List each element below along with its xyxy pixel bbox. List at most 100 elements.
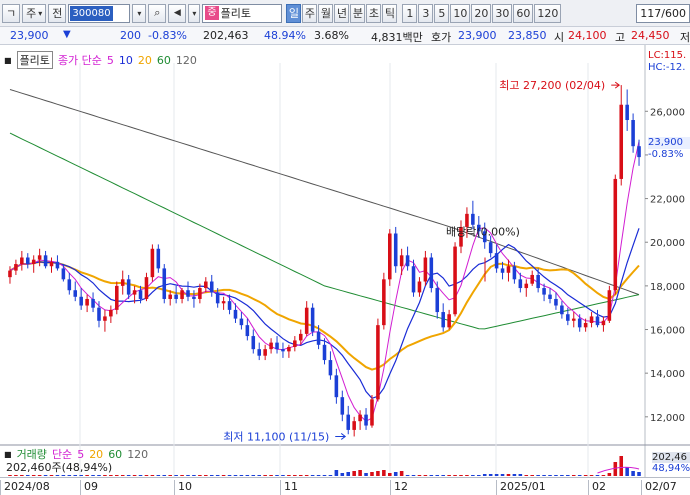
chart-menu-icon[interactable]: ■	[4, 56, 12, 65]
candle-body-62	[376, 325, 380, 400]
volume-bar-92	[554, 475, 558, 476]
trade-value: 4,831백만	[371, 31, 423, 44]
candle-body-64	[388, 233, 392, 280]
volume-bar-45	[275, 475, 279, 476]
candle-body-36	[221, 301, 226, 304]
interval-20[interactable]: 20	[471, 3, 492, 23]
volume-bar-103	[619, 456, 624, 476]
interval-60[interactable]: 60	[513, 3, 534, 23]
volume-bar-17	[109, 475, 113, 476]
menu-icon[interactable]: ㄱ	[2, 3, 21, 23]
count-display[interactable]: 117/600	[636, 3, 690, 23]
candle-body-9	[61, 268, 66, 280]
candle-body-87	[524, 283, 529, 289]
volume-bar-14	[91, 475, 95, 476]
volume-panel-icon: ■	[4, 449, 12, 459]
info-button[interactable]: 전	[48, 3, 67, 23]
nav-dropdown-button[interactable]: ▾	[188, 3, 201, 23]
volume-bar-25	[156, 475, 161, 476]
volume-bar-21	[132, 475, 137, 476]
x-tick-2: 10	[174, 480, 192, 495]
volume-right-labels: 202,46 48,94%	[652, 452, 690, 474]
tab-period-4[interactable]: 분	[350, 3, 366, 23]
volume-bar-81	[488, 474, 493, 476]
x-tick-4: 12	[390, 480, 408, 495]
volume-bar-41	[251, 475, 256, 476]
volume-bar-59	[358, 470, 362, 476]
interval-30[interactable]: 30	[492, 3, 513, 23]
volume-bar-83	[500, 474, 505, 476]
volume-bar-73	[441, 475, 445, 476]
tab-period-1[interactable]: 주	[302, 3, 318, 23]
volume-bar-58	[352, 471, 356, 476]
chart-legend: ■ 플리토 종가 단순 5 10 20 60 120	[4, 51, 197, 69]
candle-body-31	[192, 296, 196, 299]
interval-10[interactable]: 10	[450, 3, 471, 23]
tab-period-2[interactable]: 월	[318, 3, 334, 23]
candle-body-81	[488, 242, 493, 254]
y-tick-label-7: 12,000	[650, 413, 685, 424]
volume-bar-15	[97, 475, 101, 476]
ma-5-label: 5	[106, 53, 114, 67]
price-chart[interactable]: 26,00024,00022,00020,00018,00016,00014,0…	[0, 45, 690, 477]
tab-period-3[interactable]: 년	[334, 3, 350, 23]
volume-bar-27	[168, 475, 172, 476]
volume-bar-64	[388, 473, 392, 476]
price-marker-value: 23,900	[648, 137, 690, 149]
candle-body-82	[494, 253, 499, 269]
volume-bar-53	[322, 475, 327, 476]
volume-bar-33	[204, 475, 208, 476]
volume-bar-104	[625, 467, 629, 476]
stock-code-input[interactable]: 300080	[68, 3, 131, 23]
volume-bar-3	[25, 475, 30, 476]
interval-3[interactable]: 3	[418, 3, 434, 23]
candle-body-40	[245, 325, 250, 337]
candle-body-97	[583, 322, 588, 328]
sound-icon[interactable]: ◀	[168, 3, 187, 23]
change-amount: 200	[120, 29, 141, 42]
y-tick-label-3: 20,000	[650, 238, 685, 249]
candle-body-103	[619, 104, 624, 179]
volume-bar-82	[494, 474, 499, 476]
volume-bar-96	[577, 475, 582, 476]
candle-body-10	[67, 279, 72, 291]
volume-bar-57	[346, 472, 351, 476]
interval-1[interactable]: 1	[402, 3, 418, 23]
candle-body-58	[352, 421, 356, 430]
candle-body-26	[162, 268, 167, 299]
candle-body-78	[471, 213, 475, 225]
candle-body-65	[393, 233, 398, 267]
candle-body-13	[85, 298, 89, 306]
candle-body-72	[435, 288, 440, 313]
code-dropdown-button[interactable]: ▾	[132, 3, 147, 23]
search-icon[interactable]: ⌕	[148, 3, 167, 23]
volume-bar-94	[566, 475, 570, 476]
tab-period-0[interactable]: 일	[286, 3, 302, 23]
interval-5[interactable]: 5	[434, 3, 450, 23]
volume-bar-105	[631, 471, 635, 476]
volume-bar-8	[55, 475, 60, 476]
stock-name: 플리토	[220, 7, 251, 20]
volume-bar-23	[144, 475, 149, 476]
volume-bar-80	[482, 474, 487, 476]
candle-body-63	[382, 279, 386, 326]
volume-bar-10	[67, 475, 72, 476]
chevron-down-icon: ▾	[38, 8, 43, 18]
volume-bar-79	[477, 475, 481, 476]
tab-period-6[interactable]: 틱	[382, 3, 398, 23]
quote-bar: 23,900 ▼ 200 -0.83% 202,463 48.94% 3.68%…	[0, 27, 690, 45]
volume-bar-1	[14, 475, 18, 476]
candle-body-75	[453, 246, 457, 315]
interval-tabs: 1 3 5 10 20 30 60 120	[402, 3, 562, 23]
candle-body-102	[613, 178, 618, 291]
volume-bar-42	[257, 475, 261, 476]
tab-period-5[interactable]: 초	[366, 3, 382, 23]
interval-120[interactable]: 120	[534, 3, 562, 23]
candle-body-22	[138, 290, 143, 299]
candle-body-11	[73, 290, 78, 297]
stock-name-field[interactable]: 중 플리토	[202, 3, 283, 23]
volume-bar-98	[589, 475, 594, 476]
market-select[interactable]: 주 ▾	[22, 3, 47, 23]
volume-bar-0	[8, 475, 12, 476]
candle-body-1	[14, 264, 18, 271]
